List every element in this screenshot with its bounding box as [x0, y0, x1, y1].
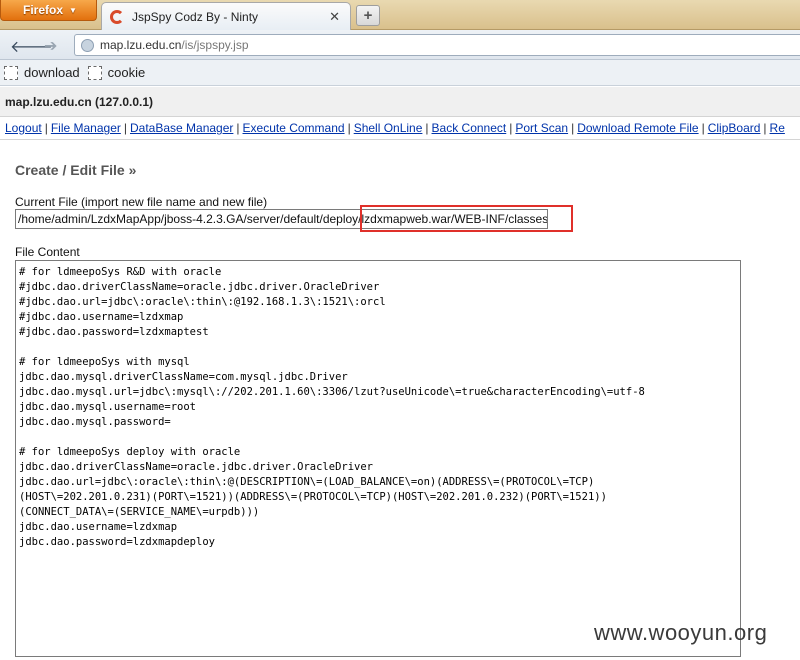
file-content-line: (HOST\=202.201.0.231)(PORT\=1521))(ADDRE… [19, 491, 607, 503]
menu-database-manager[interactable]: DataBase Manager [130, 121, 233, 135]
file-content-line: jdbc.dao.mysql.password= [19, 416, 171, 428]
browser-tab[interactable]: JspSpy Codz By - Ninty ✕ [101, 2, 351, 30]
menu-file-manager[interactable]: File Manager [51, 121, 121, 135]
chevron-down-icon: ▼ [69, 5, 77, 15]
menu-separator: | [763, 121, 767, 135]
file-content-line: jdbc.dao.username=lzdxmap [19, 521, 178, 533]
main-menu: Logout | File Manager | DataBase Manager | Exe… [0, 118, 800, 140]
url-host: map.lzu.edu.cn [100, 38, 182, 52]
menu-shell-online[interactable]: Shell OnLine [354, 121, 423, 135]
menu-separator: | [425, 121, 429, 135]
file-content-label: File Content [15, 245, 80, 259]
url-path: /is/jspspy.jsp [181, 38, 249, 52]
loading-icon [110, 9, 124, 24]
menu-logout[interactable]: Logout [5, 121, 42, 135]
section-title: Create / Edit File » [15, 162, 137, 178]
file-content-line: # for ldmeepoSys with mysql [19, 356, 190, 368]
file-content-line: jdbc.dao.mysql.url=jdbc\:mysql\://202.20… [19, 386, 645, 398]
host-header: map.lzu.edu.cn (127.0.0.1) [0, 87, 800, 117]
menu-separator: | [347, 121, 351, 135]
menu-separator: | [44, 121, 48, 135]
current-file-label: Current File (import new file name and n… [15, 195, 268, 209]
file-content-line: # for ldmeepoSys deploy with oracle [19, 446, 241, 458]
menu-execute-command[interactable]: Execute Command [243, 121, 345, 135]
file-content-line: jdbc.dao.url=jdbc\:oracle\:thin\:@(DESCR… [19, 476, 595, 488]
firefox-menu-label: Firefox [23, 3, 64, 17]
bookmark-cookie[interactable]: cookie [87, 65, 146, 80]
bookmarks-toolbar: download cookie [0, 60, 800, 86]
menu-more[interactable]: Re [770, 121, 785, 135]
file-content-line: jdbc.dao.mysql.username=root [19, 401, 197, 413]
menu-back-connect[interactable]: Back Connect [432, 121, 507, 135]
watermark: www.wooyun.org [594, 620, 768, 645]
menu-separator: | [123, 121, 127, 135]
menu-clipboard[interactable]: ClipBoard [708, 121, 761, 135]
file-content-line [19, 430, 737, 445]
bookmark-icon [4, 65, 18, 80]
file-content-line: # for ldmeepoSys R&D with oracle [19, 266, 222, 278]
address-bar[interactable]: map.lzu.edu.cn /is/jspspy.jsp [74, 34, 800, 56]
file-content-line [19, 340, 737, 355]
bookmark-download[interactable]: download [4, 65, 80, 80]
menu-separator: | [509, 121, 513, 135]
file-content-line: #jdbc.dao.driverClassName=oracle.jdbc.dr… [19, 281, 380, 293]
close-icon[interactable]: ✕ [329, 9, 340, 25]
bookmark-label: cookie [107, 65, 146, 80]
firefox-menu-button[interactable]: Firefox ▼ [0, 0, 97, 21]
bookmark-label: download [24, 65, 80, 80]
menu-port-scan[interactable]: Port Scan [515, 121, 568, 135]
menu-separator: | [236, 121, 240, 135]
highlight-annotation [360, 205, 573, 232]
menu-separator: | [701, 121, 705, 135]
menu-separator: | [571, 121, 575, 135]
tab-title: JspSpy Codz By - Ninty [132, 9, 259, 24]
file-content-line: #jdbc.dao.username=lzdxmap [19, 311, 184, 323]
file-content-textarea[interactable]: # for ldmeepoSys R&D with oracle #jdbc.da… [15, 260, 741, 657]
browser-titlebar: Firefox ▼ JspSpy Codz By - Ninty ✕ + [0, 0, 800, 30]
forward-arrow-icon[interactable]: ➔ [44, 36, 57, 56]
file-content-line: jdbc.dao.password=lzdxmapdeploy [19, 536, 215, 548]
file-content-line: jdbc.dao.driverClassName=oracle.jdbc.dri… [19, 461, 374, 473]
globe-icon [81, 38, 94, 52]
navigation-bar: 🡐 ➔ map.lzu.edu.cn /is/jspspy.jsp [0, 30, 800, 60]
file-content-line: #jdbc.dao.url=jdbc\:oracle\:thin\:@192.1… [19, 296, 386, 308]
file-content-line: (CONNECT_DATA\=(SERVICE_NAME\=urpdb))) [19, 506, 260, 518]
file-content-line: #jdbc.dao.password=lzdxmaptest [19, 326, 209, 338]
menu-download-remote-file[interactable]: Download Remote File [577, 121, 698, 135]
file-content-line: jdbc.dao.mysql.driverClassName=com.mysql… [19, 371, 348, 383]
new-tab-button[interactable]: + [356, 5, 380, 26]
bookmark-icon [87, 65, 102, 80]
